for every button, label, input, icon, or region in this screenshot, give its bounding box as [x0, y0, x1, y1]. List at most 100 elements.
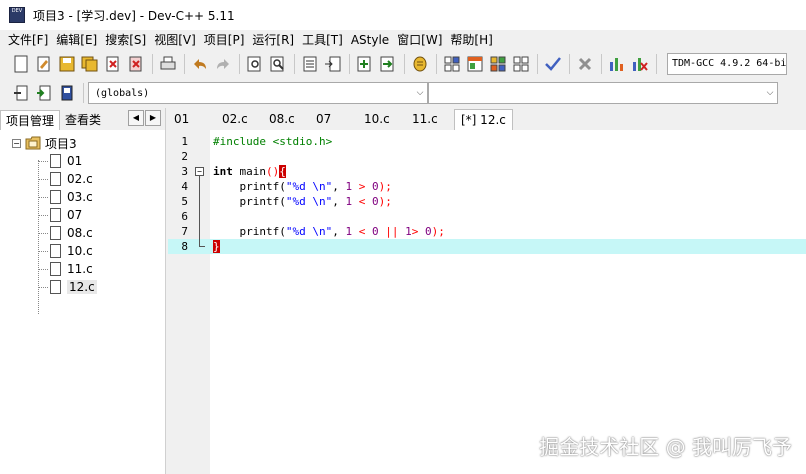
chevron-down-icon: ⌵ — [416, 88, 424, 98]
compile-icon[interactable] — [441, 53, 463, 75]
file-icon — [50, 154, 61, 168]
menu-view[interactable]: 视图[V] — [150, 30, 200, 50]
tree-file-item[interactable]: 07 — [0, 206, 165, 224]
toggle-bookmark-icon[interactable] — [33, 82, 55, 104]
syntax-check-icon[interactable] — [542, 53, 564, 75]
editor-tab[interactable]: 08.c — [263, 109, 310, 130]
menu-help[interactable]: 帮助[H] — [446, 30, 496, 50]
toolbar-separator — [184, 54, 185, 74]
editor-tab-bar: 01 02.c 08.c 07 10.c 11.c [*] 12.c — [168, 108, 806, 130]
title-bar: DEV 项目3 - [学习.dev] - Dev-C++ 5.11 — [0, 0, 806, 30]
secondary-toolbar: (globals) ⌵ ⌵ — [0, 79, 806, 107]
menu-bar: 文件[F] 编辑[E] 搜索[S] 视图[V] 项目[P] 运行[R] 工具[T… — [0, 30, 806, 50]
save-all-icon[interactable] — [79, 53, 101, 75]
insert-icon[interactable] — [10, 82, 32, 104]
current-code-line: 8 } — [168, 239, 806, 254]
toolbar-separator — [436, 54, 437, 74]
tab-project-manager[interactable]: 项目管理 — [0, 110, 61, 130]
goto-bookmark-icon[interactable] — [56, 82, 78, 104]
tree-file-item[interactable]: 11.c — [0, 260, 165, 278]
code-line: 3 − int main(){ — [181, 165, 286, 178]
tree-file-item[interactable]: 08.c — [0, 224, 165, 242]
menu-run[interactable]: 运行[R] — [248, 30, 298, 50]
window-title: 项目3 - [学习.dev] - Dev-C++ 5.11 — [33, 8, 235, 23]
file-icon — [50, 172, 61, 186]
code-line: 5 printf("%d \n", 1 < 0); — [181, 195, 392, 208]
menu-file[interactable]: 文件[F] — [4, 30, 52, 50]
function-scope-select[interactable]: ⌵ — [428, 82, 778, 104]
left-panel-tabs: 项目管理 查看类 ◀ ▶ — [0, 108, 165, 130]
tree-file-item[interactable]: 03.c — [0, 188, 165, 206]
project-options-icon[interactable] — [409, 53, 431, 75]
save-icon[interactable] — [56, 53, 78, 75]
file-icon — [50, 190, 61, 204]
tab-class-browser[interactable]: 查看类 — [60, 110, 106, 130]
menu-window[interactable]: 窗口[W] — [393, 30, 446, 50]
menu-project[interactable]: 项目[P] — [200, 30, 249, 50]
replace-icon[interactable] — [267, 53, 289, 75]
tree-root-project[interactable]: − 项目3 — [0, 134, 165, 152]
fold-collapse-icon[interactable]: − — [195, 167, 204, 176]
watermark: 掘金技术社区 @ 我叫厉飞予 — [539, 435, 792, 459]
close-all-icon[interactable] — [125, 53, 147, 75]
editor-tab[interactable]: 01 — [168, 109, 216, 130]
goto-line-icon[interactable] — [322, 53, 344, 75]
redo-icon[interactable] — [212, 53, 234, 75]
scroll-right-icon[interactable]: ▶ — [145, 110, 161, 126]
project-icon — [25, 136, 41, 150]
toolbar-separator — [239, 54, 240, 74]
tree-file-item[interactable]: 02.c — [0, 170, 165, 188]
compile-run-icon[interactable] — [487, 53, 509, 75]
undo-icon[interactable] — [189, 53, 211, 75]
add-to-project-icon[interactable] — [354, 53, 376, 75]
rebuild-all-icon[interactable] — [510, 53, 532, 75]
print-icon[interactable] — [157, 53, 179, 75]
delete-profile-icon[interactable] — [629, 53, 651, 75]
file-icon — [50, 262, 61, 276]
toolbar-separator — [601, 54, 602, 74]
toolbar-separator — [537, 54, 538, 74]
file-icon — [50, 208, 61, 222]
code-line: 4 printf("%d \n", 1 > 0); — [181, 180, 392, 193]
editor-tab[interactable]: 11.c — [406, 109, 454, 130]
tree-file-item-selected[interactable]: 12.c — [0, 278, 165, 296]
open-file-icon[interactable] — [33, 53, 55, 75]
project-panel: 项目管理 查看类 ◀ ▶ − 项目3 01 02.c 03.c 07 08.c … — [0, 108, 166, 474]
editor-tab[interactable]: 07 — [310, 109, 358, 130]
find-icon[interactable] — [244, 53, 266, 75]
toolbar-separator — [569, 54, 570, 74]
editor-tab[interactable]: 02.c — [216, 109, 263, 130]
toolbar-separator — [404, 54, 405, 74]
toolbar-separator — [152, 54, 153, 74]
code-line: 6 — [181, 210, 188, 223]
toolbar-separator — [294, 54, 295, 74]
scroll-left-icon[interactable]: ◀ — [128, 110, 144, 126]
class-scope-select[interactable]: (globals) ⌵ — [88, 82, 428, 104]
new-file-icon[interactable] — [10, 53, 32, 75]
tree-file-item[interactable]: 01 — [0, 152, 165, 170]
remove-from-project-icon[interactable] — [377, 53, 399, 75]
main-toolbar: TDM-GCC 4.9.2 64-bit Release — [0, 50, 806, 78]
editor-tab-active[interactable]: [*] 12.c — [454, 109, 513, 130]
code-editor[interactable]: 1 #include <stdio.h> 2 3 − int main(){ 4… — [168, 130, 806, 474]
toolbar-separator — [656, 54, 657, 74]
toolbar-separator — [83, 83, 84, 103]
menu-astyle[interactable]: AStyle — [347, 30, 393, 50]
menu-edit[interactable]: 编辑[E] — [52, 30, 101, 50]
menu-tools[interactable]: 工具[T] — [298, 30, 347, 50]
profile-icon[interactable] — [606, 53, 628, 75]
chevron-down-icon: ⌵ — [766, 88, 774, 98]
file-icon — [50, 280, 61, 294]
run-icon[interactable] — [464, 53, 486, 75]
code-line: 2 — [181, 150, 188, 163]
editor-tab[interactable]: 10.c — [358, 109, 406, 130]
indent-icon[interactable] — [299, 53, 321, 75]
close-file-icon[interactable] — [102, 53, 124, 75]
menu-search[interactable]: 搜索[S] — [101, 30, 150, 50]
collapse-icon[interactable]: − — [12, 138, 21, 148]
clean-icon[interactable] — [574, 53, 596, 75]
file-icon — [50, 244, 61, 258]
tree-file-item[interactable]: 10.c — [0, 242, 165, 260]
code-line: 7 printf("%d \n", 1 < 0 || 1> 0); — [181, 225, 445, 238]
compiler-select[interactable]: TDM-GCC 4.9.2 64-bit Release — [667, 53, 787, 75]
